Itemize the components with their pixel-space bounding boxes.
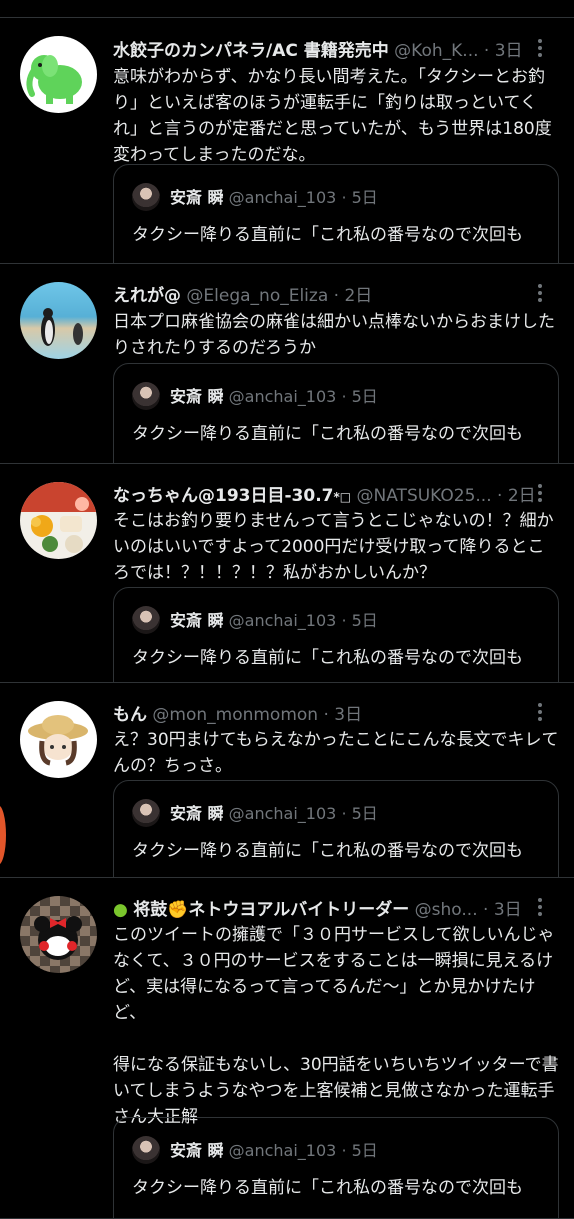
- quoted-timestamp: 5日: [351, 1141, 378, 1160]
- user-handle[interactable]: @NATSUKO25...: [357, 486, 492, 506]
- tweet-header: ● 将鼓✊ネトウヨアルバイトリーダー @sho... · 3日: [113, 896, 534, 924]
- separator-dot: ·: [323, 705, 329, 725]
- quoted-header: 安斎 瞬 @anchai_103 · 5日: [170, 184, 378, 208]
- quoted-header: 安斎 瞬 @anchai_103 · 5日: [170, 1137, 378, 1161]
- avatar: [132, 1136, 160, 1164]
- avatar[interactable]: [20, 482, 97, 559]
- tweet-text: え？30円まけてもらえなかったことにこんな長文でキレてんの？ちっさ。: [113, 730, 559, 776]
- quoted-header: 安斎 瞬 @anchai_103 · 5日: [170, 800, 378, 824]
- display-name[interactable]: えれが@: [113, 286, 181, 306]
- quoted-handle: @anchai_103: [228, 1141, 337, 1160]
- separator-dot: ·: [341, 188, 347, 207]
- display-name[interactable]: 水餃子のカンパネラ/AC 書籍発売中: [113, 41, 389, 61]
- avatar[interactable]: [20, 701, 97, 778]
- straw-hat-character-icon: [28, 715, 88, 766]
- avatar[interactable]: [20, 896, 97, 973]
- timestamp[interactable]: 2日: [344, 286, 372, 306]
- quoted-text: タクシー降りる直前に「これ私の番号なので次回も: [132, 225, 523, 245]
- tweet-text: 日本プロ麻雀協会の麻雀は細かい点棒ないからおまけしたりされたりするのだろうか: [113, 312, 555, 358]
- quoted-tweet[interactable]: 安斎 瞬 @anchai_103 · 5日 タクシー降りる直前に「これ私の番号な…: [113, 587, 559, 682]
- separator-dot: ·: [341, 804, 347, 823]
- avatar: [132, 799, 160, 827]
- tweet-header: えれが@ @Elega_no_Eliza · 2日: [113, 282, 534, 310]
- timestamp[interactable]: 3日: [495, 41, 523, 61]
- separator-dot: ·: [483, 41, 490, 61]
- separator-dot: ·: [497, 486, 503, 506]
- tweet-header: なっちゃん@193日目-30.7*□ @NATSUKO25... · 2日: [113, 482, 534, 510]
- quoted-display-name: 安斎 瞬: [170, 611, 224, 630]
- more-options-icon[interactable]: [530, 37, 550, 61]
- tweet-text: そこはお釣り要りませんって言うとこじゃないの！？細かいのはいいですよって2000…: [113, 511, 554, 583]
- reply-tweet[interactable]: もん @mon_monmomon · 3日 え？30円まけてもらえなかったことに…: [0, 683, 574, 878]
- more-options-icon[interactable]: [530, 282, 550, 306]
- bento-icon: [20, 482, 97, 553]
- quoted-timestamp: 5日: [351, 804, 378, 823]
- bear-mascot-icon: [34, 916, 82, 960]
- quoted-tweet[interactable]: 安斎 瞬 @anchai_103 · 5日 タクシー降りる直前に「これ私の番号な…: [113, 363, 559, 463]
- timestamp[interactable]: 3日: [334, 705, 362, 725]
- quoted-handle: @anchai_103: [228, 387, 337, 406]
- separator-dot: ·: [341, 611, 347, 630]
- quoted-handle: @anchai_103: [228, 611, 337, 630]
- reply-tweet[interactable]: 水餃子のカンパネラ/AC 書籍発売中 @Koh_K... · 3日 意味がわから…: [0, 18, 574, 264]
- display-name[interactable]: 将鼓: [133, 900, 167, 920]
- bug-icon: ●: [113, 900, 128, 920]
- quoted-timestamp: 5日: [351, 611, 378, 630]
- timestamp[interactable]: 3日: [494, 900, 522, 920]
- quoted-tweet[interactable]: 安斎 瞬 @anchai_103 · 5日 タクシー降りる直前に「これ私の番号な…: [113, 1117, 559, 1218]
- display-name[interactable]: なっちゃん@193日目-30.7: [113, 486, 334, 506]
- quoted-display-name: 安斎 瞬: [170, 188, 224, 207]
- quoted-handle: @anchai_103: [228, 188, 337, 207]
- user-handle[interactable]: @sho...: [415, 900, 478, 920]
- tweet-header: 水餃子のカンパネラ/AC 書籍発売中 @Koh_K... · 3日: [113, 37, 534, 65]
- quoted-header: 安斎 瞬 @anchai_103 · 5日: [170, 607, 378, 631]
- separator-dot: ·: [333, 286, 340, 306]
- quoted-timestamp: 5日: [351, 387, 378, 406]
- tweet-text: 意味がわからず、かなり長い間考えた。「タクシーとお釣り」といえば客のほうが運転手…: [113, 67, 552, 165]
- quoted-text: タクシー降りる直前に「これ私の番号なので次回も: [132, 841, 523, 861]
- more-options-icon[interactable]: [530, 896, 550, 920]
- tweet-text: このツイートの擁護で「３０円サービスして欲しいんじゃなくて、３０円のサービスをす…: [113, 925, 559, 1127]
- quoted-header: 安斎 瞬 @anchai_103 · 5日: [170, 383, 378, 407]
- elephant-icon: [26, 55, 82, 104]
- quoted-display-name: 安斎 瞬: [170, 387, 224, 406]
- quoted-text: タクシー降りる直前に「これ私の番号なので次回も: [132, 424, 523, 444]
- quoted-text: タクシー降りる直前に「これ私の番号なので次回も: [132, 1178, 523, 1198]
- more-options-icon[interactable]: [530, 701, 550, 725]
- tweet-header: もん @mon_monmomon · 3日: [113, 701, 534, 729]
- reply-tweet[interactable]: ● 将鼓✊ネトウヨアルバイトリーダー @sho... · 3日 このツイートの擁…: [0, 878, 574, 1219]
- quoted-display-name: 安斎 瞬: [170, 804, 224, 823]
- quoted-tweet[interactable]: 安斎 瞬 @anchai_103 · 5日 タクシー降りる直前に「これ私の番号な…: [113, 164, 559, 263]
- avatar: [132, 606, 160, 634]
- reply-tweet[interactable]: なっちゃん@193日目-30.7*□ @NATSUKO25... · 2日 そこ…: [0, 464, 574, 683]
- quoted-tweet[interactable]: 安斎 瞬 @anchai_103 · 5日 タクシー降りる直前に「これ私の番号な…: [113, 780, 559, 877]
- user-handle[interactable]: @Koh_K...: [394, 41, 478, 61]
- separator-dot: ·: [483, 900, 489, 920]
- display-name[interactable]: もん: [113, 705, 147, 725]
- display-name-suffix[interactable]: ネトウヨアルバイトリーダー: [188, 900, 409, 920]
- avatar: [132, 382, 160, 410]
- quoted-text: タクシー降りる直前に「これ私の番号なので次回も: [132, 648, 523, 668]
- reply-tweet[interactable]: えれが@ @Elega_no_Eliza · 2日 日本プロ麻雀協会の麻雀は細か…: [0, 264, 574, 464]
- separator-dot: ·: [341, 387, 347, 406]
- avatar: [132, 183, 160, 211]
- quoted-display-name: 安斎 瞬: [170, 1141, 224, 1160]
- quoted-handle: @anchai_103: [228, 804, 337, 823]
- user-handle[interactable]: @mon_monmomon: [152, 705, 318, 725]
- flexed-biceps-icon: ✊: [167, 900, 189, 920]
- avatar[interactable]: [20, 36, 97, 113]
- penguin-icon: [41, 308, 83, 346]
- user-handle[interactable]: @Elega_no_Eliza: [186, 286, 328, 306]
- quoted-timestamp: 5日: [351, 188, 378, 207]
- more-options-icon[interactable]: [530, 482, 550, 506]
- separator-dot: ·: [341, 1141, 347, 1160]
- emoji-icon: *□: [333, 490, 352, 504]
- avatar[interactable]: [20, 282, 97, 359]
